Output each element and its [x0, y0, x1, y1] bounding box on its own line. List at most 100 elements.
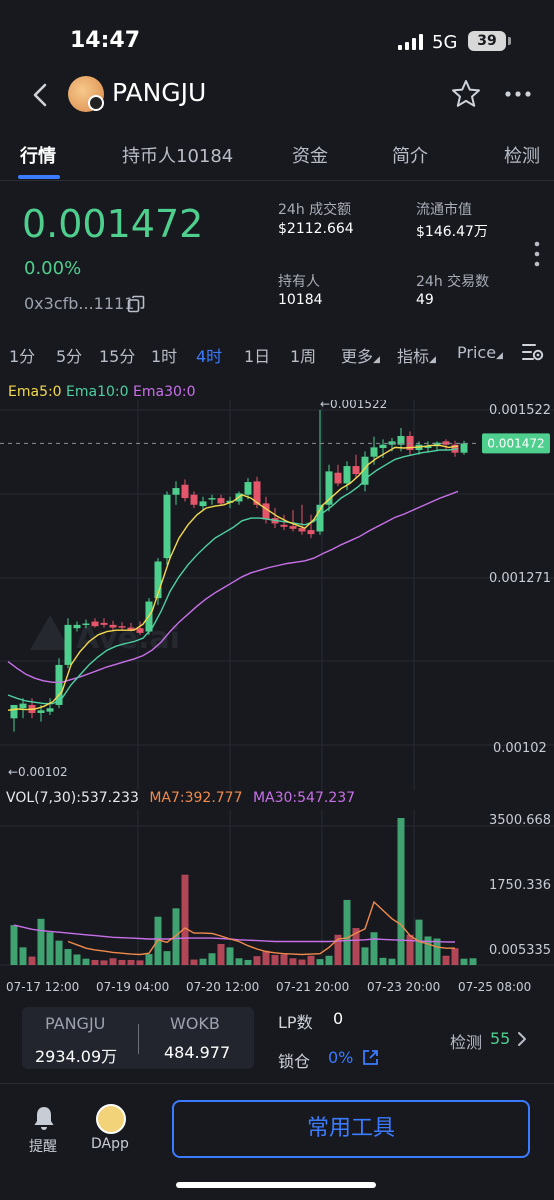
- candle-body: [163, 494, 171, 559]
- volume-bar: [343, 899, 351, 965]
- volume-bar: [253, 956, 261, 965]
- vertical-more-icon[interactable]: [534, 240, 540, 268]
- volume-bar: [262, 950, 270, 965]
- volume-bar: [10, 925, 18, 965]
- back-icon[interactable]: [26, 80, 56, 110]
- volume-ma30-line: [13, 924, 456, 943]
- candle-body: [136, 628, 144, 633]
- candle-body: [460, 443, 468, 453]
- common-tools-button[interactable]: 常用工具: [172, 1100, 530, 1158]
- candle: [91, 618, 99, 628]
- reminder-label[interactable]: 提醒: [29, 1136, 57, 1156]
- candle-body: [208, 498, 216, 500]
- price-menu[interactable]: Price◢: [457, 343, 503, 362]
- volume-bar: [433, 938, 441, 965]
- candle-body: [343, 466, 351, 484]
- time-tick: 07-20 12:00: [186, 980, 259, 994]
- caret-down-icon: ◢: [429, 355, 436, 365]
- external-link-icon[interactable]: [362, 1049, 379, 1066]
- interval-1m[interactable]: 1分: [9, 343, 35, 367]
- high-price-annotation: ←0.001522: [320, 400, 387, 411]
- volume-bar: [100, 960, 108, 965]
- volume-bar: [73, 954, 81, 965]
- lp-count-value: 0: [333, 1009, 344, 1028]
- favorite-star-icon[interactable]: [450, 78, 482, 110]
- token-title: PANGJU: [112, 78, 207, 107]
- interval-4h[interactable]: 4时: [196, 343, 222, 367]
- ema-legend: Ema5:0 Ema10:0 Ema30:0: [8, 384, 196, 400]
- interval-15m[interactable]: 15分: [99, 343, 135, 367]
- current-price: 0.001472: [22, 202, 204, 246]
- watermark: Ave.ai: [30, 615, 180, 656]
- volume-bar: [370, 932, 378, 965]
- price-axis: 0.001522 0.001271 0.00102: [489, 403, 551, 756]
- interval-1d[interactable]: 1日: [244, 343, 270, 367]
- tab-detect[interactable]: 检测: [504, 142, 540, 168]
- last-price-badge: 0.001472: [482, 433, 550, 454]
- stat-value-txcount: 49: [416, 292, 434, 308]
- last-price-text: 0.001472: [487, 436, 544, 450]
- volume-chart[interactable]: 3500.668 1750.336 0.005335 07-17 12:00 0…: [0, 810, 554, 1000]
- tab-market[interactable]: 行情: [20, 142, 56, 168]
- candle-body: [280, 524, 288, 527]
- volume-bar: [19, 947, 27, 965]
- volume-bar: [109, 958, 117, 965]
- caret-down-icon: ◢: [373, 355, 380, 365]
- price-chart[interactable]: Ave.ai 0.001522 0.001271 0.00102 0.00147…: [0, 400, 554, 790]
- volume-bar: [361, 947, 369, 965]
- volume-bar: [316, 959, 324, 965]
- bottom-divider: [0, 1083, 554, 1084]
- candle-body: [289, 526, 297, 529]
- volume-bar: [118, 959, 126, 965]
- ema10-line: [7, 448, 459, 705]
- candle-body: [181, 484, 189, 499]
- volume-bar: [37, 918, 45, 965]
- tab-funds[interactable]: 资金: [292, 142, 328, 168]
- volume-bar: [307, 955, 315, 965]
- candle-body: [334, 472, 342, 484]
- volume-bar: [217, 944, 225, 965]
- signal-icon: [398, 34, 424, 50]
- tab-holders[interactable]: 持币人10184: [122, 142, 233, 168]
- candle: [163, 491, 171, 565]
- ema5-label: Ema5:0: [8, 384, 62, 400]
- interval-1w[interactable]: 1周: [290, 343, 316, 367]
- low-price-annotation: ←0.00102: [8, 765, 68, 779]
- stat-value-volume24h: $2112.664: [278, 221, 354, 237]
- time-tick: 07-19 04:00: [96, 980, 169, 994]
- more-icon[interactable]: [504, 90, 532, 98]
- candle-body: [262, 503, 270, 520]
- contract-address: 0x3cfb...1111: [24, 294, 135, 313]
- volume-tick-low: 0.005335: [489, 943, 551, 958]
- volume-bar: [388, 958, 396, 965]
- volume-bar: [397, 818, 405, 965]
- bell-icon[interactable]: [32, 1104, 56, 1132]
- copy-icon[interactable]: [127, 295, 145, 313]
- more-menu[interactable]: 更多◢: [341, 343, 380, 367]
- network-label: 5G: [432, 32, 458, 53]
- stat-label-holders: 持有人: [278, 274, 320, 290]
- interval-1h[interactable]: 1时: [151, 343, 177, 367]
- indicator-menu-label: 指标: [397, 347, 430, 366]
- interval-5m[interactable]: 5分: [56, 343, 82, 367]
- volume-bar: [208, 953, 216, 965]
- chart-settings-icon[interactable]: [522, 342, 544, 362]
- volume-axis: 3500.668 1750.336 0.005335: [489, 813, 551, 958]
- pair-quote-value: 484.977: [164, 1043, 231, 1062]
- candle-body: [379, 444, 387, 449]
- time-tick: 07-17 12:00: [6, 980, 79, 994]
- volume-bar: [271, 954, 279, 965]
- tab-intro[interactable]: 简介: [392, 142, 428, 168]
- battery-tip: [508, 37, 511, 45]
- chevron-right-icon: [518, 1032, 526, 1046]
- price-change: 0.00%: [24, 258, 82, 279]
- ma30-label: MA30:547.237: [252, 790, 356, 806]
- chain-badge-icon: [88, 95, 104, 111]
- lock-value[interactable]: 0%: [328, 1048, 353, 1067]
- price-menu-label: Price: [457, 343, 497, 362]
- dapp-label[interactable]: DApp: [91, 1136, 129, 1152]
- candle-body: [10, 704, 18, 719]
- candle-body: [172, 488, 180, 495]
- indicator-menu[interactable]: 指标◢: [397, 343, 436, 367]
- dapp-icon[interactable]: [96, 1104, 126, 1134]
